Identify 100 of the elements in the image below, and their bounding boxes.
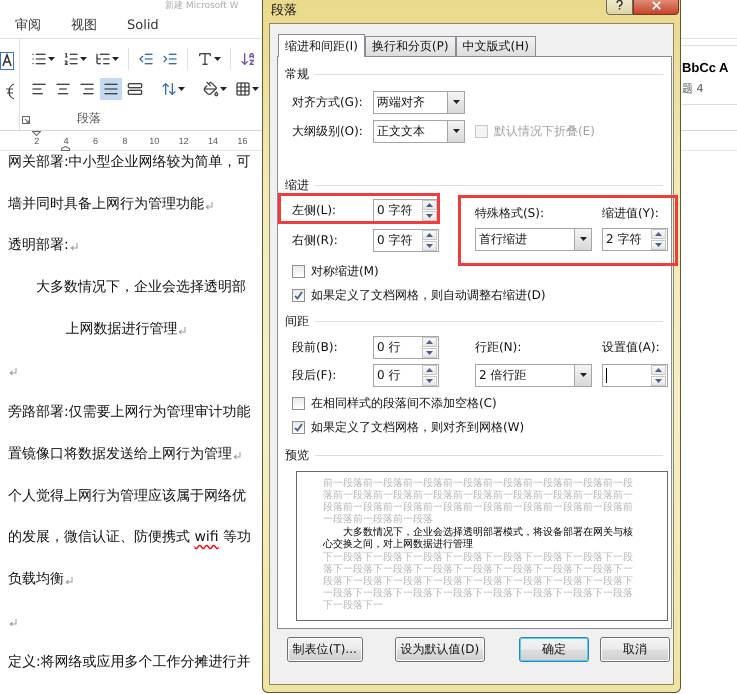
up-arrow-icon bbox=[655, 368, 662, 372]
preview-paragraph: 大多数情况下，企业会选择透明部署模式，将设备部署在网关与核心交换之间，对上网数据进行管理 bbox=[323, 527, 634, 551]
dialog-tab[interactable]: 中文版式(H) bbox=[456, 36, 536, 56]
align-left-icon bbox=[31, 81, 47, 97]
checkbox-label: 在相同样式的段落间不添加空格(C) bbox=[311, 394, 497, 412]
ruler-number: 12 bbox=[178, 137, 190, 146]
spin-up-button[interactable] bbox=[651, 364, 666, 374]
spin-up-button[interactable] bbox=[422, 364, 437, 374]
dropdown-arrow-icon bbox=[580, 237, 586, 241]
spin-down-button[interactable] bbox=[651, 240, 666, 250]
down-arrow-icon bbox=[655, 378, 662, 382]
dropdown-button[interactable] bbox=[447, 120, 464, 142]
dialog-button[interactable]: 取消 bbox=[600, 636, 670, 662]
field-label: 段前(B): bbox=[292, 338, 339, 356]
special-indent-select[interactable]: 首行缩进 bbox=[475, 228, 592, 250]
dialog-launcher-icon[interactable] bbox=[22, 116, 30, 124]
spin-up-button[interactable] bbox=[422, 336, 437, 346]
dialog-button[interactable]: 设为默认值(D) bbox=[394, 636, 486, 662]
sort-icon bbox=[240, 51, 256, 67]
first-line-indent-marker[interactable] bbox=[32, 131, 41, 136]
text-cursor bbox=[606, 368, 607, 382]
section-heading: 间距 bbox=[285, 312, 309, 330]
close-button[interactable] bbox=[633, 0, 679, 15]
field-label: 缩进值(Y): bbox=[602, 204, 659, 222]
align-button[interactable] bbox=[100, 78, 122, 100]
line-spacing-select[interactable]: 2 倍行距 bbox=[475, 364, 592, 386]
spin-down-button[interactable] bbox=[651, 376, 666, 386]
outline-level-select[interactable]: 正文文本 bbox=[373, 120, 465, 142]
caret-icon bbox=[252, 87, 259, 91]
group-label: 段落 bbox=[77, 110, 101, 127]
help-button[interactable] bbox=[606, 0, 633, 15]
down-arrow-icon bbox=[655, 242, 662, 246]
ribbon-tab[interactable]: 审阅 bbox=[15, 16, 41, 34]
document-line: 的发展，微信认证、防便携式 wifi 等功 bbox=[8, 528, 252, 548]
checkmark-icon bbox=[294, 290, 303, 300]
document-line: 负载均衡 bbox=[8, 570, 64, 589]
justify-icon bbox=[103, 81, 119, 97]
dropdown-arrow-icon bbox=[452, 100, 460, 104]
spin-down-button[interactable] bbox=[422, 376, 437, 386]
checkbox[interactable] bbox=[292, 396, 305, 410]
spacing-spinner[interactable]: 0 行 bbox=[373, 336, 439, 358]
spin-down-button[interactable] bbox=[422, 210, 437, 220]
spin-down-button[interactable] bbox=[422, 240, 437, 250]
checkbox-label: 对称缩进(M) bbox=[311, 262, 379, 280]
checkbox[interactable] bbox=[292, 264, 305, 278]
down-arrow-icon bbox=[426, 244, 433, 248]
paint-bucket-icon bbox=[203, 81, 219, 97]
grid-icon bbox=[235, 81, 251, 97]
indent-by-spinner[interactable]: 2 字符 bbox=[602, 228, 668, 250]
dialog-tab[interactable]: 缩进和间距(I) bbox=[278, 34, 365, 57]
style-name: 题 4 bbox=[682, 81, 704, 96]
dialog-tab[interactable]: 换行和分页(P) bbox=[364, 36, 456, 56]
up-arrow-icon bbox=[426, 340, 433, 344]
spin-up-button[interactable] bbox=[422, 230, 437, 240]
section-heading: 缩进 bbox=[285, 176, 309, 194]
hanging-indent-marker[interactable] bbox=[61, 146, 70, 151]
section-heading: 常规 bbox=[285, 66, 309, 82]
field-label: 段后(F): bbox=[292, 366, 338, 384]
dialog-button[interactable]: 确定 bbox=[519, 636, 590, 662]
document-line: 大多数情况下，企业会选择透明部 bbox=[36, 278, 246, 298]
field-label: 右侧(R): bbox=[292, 232, 339, 248]
dropdown-button[interactable] bbox=[574, 364, 591, 386]
spin-down-button[interactable] bbox=[422, 348, 437, 358]
ruler-number: 6 bbox=[92, 137, 99, 146]
decrease-indent-icon bbox=[138, 51, 154, 67]
caret-icon bbox=[80, 57, 87, 61]
ribbon-tab[interactable]: Solid bbox=[127, 18, 159, 32]
dropdown-button[interactable] bbox=[574, 228, 591, 250]
alignment-select[interactable]: 两端对齐 bbox=[373, 90, 465, 114]
caret-icon bbox=[178, 87, 185, 91]
document-line: 定义:将网络或应用多个工作分摊进行并 bbox=[8, 653, 251, 672]
spacing-spinner[interactable]: 0 行 bbox=[373, 364, 439, 386]
field-label: 左侧(L): bbox=[292, 202, 338, 218]
checkbox[interactable] bbox=[292, 288, 305, 302]
caret-icon bbox=[220, 87, 227, 91]
caret-icon bbox=[48, 57, 55, 61]
indent-spinner[interactable]: 0 字符 bbox=[373, 198, 439, 222]
spin-up-button[interactable] bbox=[422, 200, 437, 210]
dropdown-button[interactable] bbox=[447, 92, 464, 112]
style-preview[interactable]: A bbox=[718, 60, 728, 75]
spin-up-button[interactable] bbox=[651, 228, 666, 238]
dropdown-arrow-icon bbox=[580, 373, 586, 377]
document-line: 透明部署: bbox=[8, 236, 69, 256]
increase-indent-icon bbox=[162, 51, 178, 67]
checkmark-icon bbox=[294, 422, 303, 432]
document-line: 个人觉得上网行为管理应该属于网络优 bbox=[8, 486, 246, 506]
spacing-value-spinner[interactable] bbox=[602, 364, 668, 386]
align-center-icon bbox=[55, 81, 71, 97]
question-mark-icon bbox=[616, 0, 623, 10]
indent-spinner[interactable]: 0 字符 bbox=[373, 228, 439, 252]
dialog-button[interactable]: 制表位(T)... bbox=[287, 636, 363, 662]
checkbox-label: 如果定义了文档网格，则对齐到网格(W) bbox=[311, 418, 524, 436]
ribbon-tab[interactable]: 视图 bbox=[71, 16, 97, 34]
checkbox[interactable] bbox=[292, 420, 305, 434]
dropdown-arrow-icon bbox=[452, 129, 460, 133]
dialog-title: 段落 bbox=[270, 2, 297, 19]
ruler-number: 4 bbox=[62, 137, 70, 146]
down-arrow-icon bbox=[426, 378, 433, 382]
style-preview[interactable]: BbCc bbox=[682, 60, 716, 75]
ruler-number: 2 bbox=[33, 137, 40, 146]
